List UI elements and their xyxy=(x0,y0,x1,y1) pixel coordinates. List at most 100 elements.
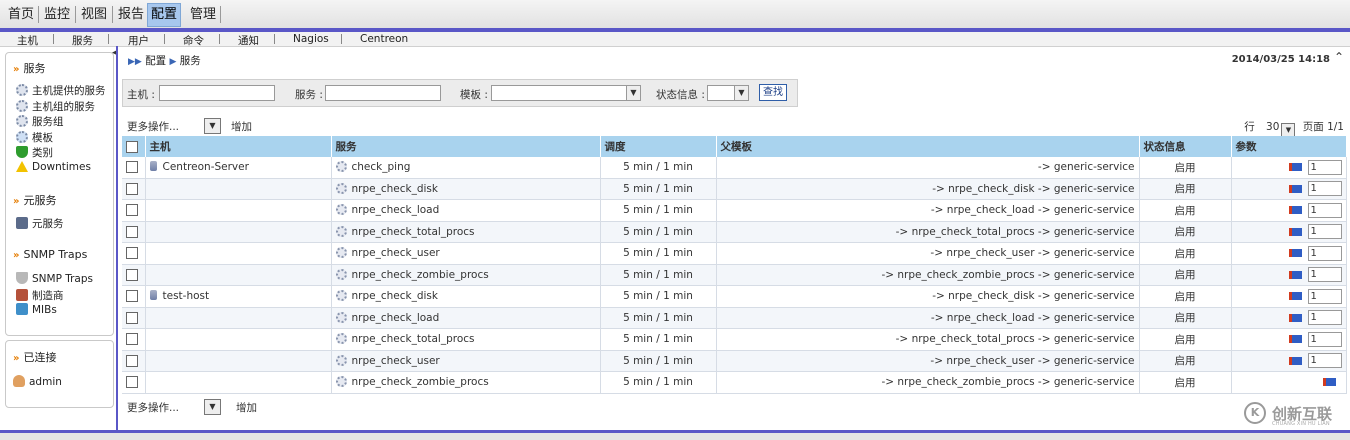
table-row[interactable]: nrpe_check_disk 5 min / 1 min -> nrpe_chec… xyxy=(122,178,1347,200)
edit-icon[interactable] xyxy=(1288,163,1302,172)
host-name[interactable]: test-host xyxy=(163,290,210,302)
sidebar-user[interactable]: admin xyxy=(13,375,62,388)
submenu-centreon[interactable]: Centreon xyxy=(360,33,408,45)
edit-icon[interactable] xyxy=(1288,227,1302,236)
more-actions-select[interactable]: ▼ xyxy=(204,118,221,134)
param-input[interactable]: 1 xyxy=(1307,288,1342,304)
param-input[interactable]: 1 xyxy=(1307,267,1342,283)
param-input[interactable]: 1 xyxy=(1307,331,1342,347)
menu-home[interactable]: 首页 xyxy=(5,4,37,26)
service-name[interactable]: nrpe_check_user xyxy=(352,355,440,367)
sidebar-item-downtimes[interactable]: Downtimes xyxy=(16,161,91,173)
breadcrumb-configuration[interactable]: 配置 xyxy=(145,55,166,67)
param-input[interactable]: 1 xyxy=(1307,353,1342,369)
row-checkbox[interactable] xyxy=(126,225,138,238)
col-parent-template[interactable]: 父模板 xyxy=(716,136,1140,157)
status-filter-select[interactable]: ▼ xyxy=(707,85,749,101)
row-checkbox[interactable] xyxy=(126,333,138,346)
search-button[interactable]: 查找 xyxy=(759,84,787,101)
chevron-up-icon[interactable]: ⌃ xyxy=(1334,50,1344,64)
edit-icon[interactable] xyxy=(1288,292,1302,301)
service-name[interactable]: nrpe_check_total_procs xyxy=(352,333,475,345)
edit-icon[interactable] xyxy=(1288,184,1302,193)
param-input[interactable]: 1 xyxy=(1307,245,1342,261)
row-checkbox[interactable] xyxy=(126,354,138,367)
submenu-commands[interactable]: 命令 xyxy=(183,33,204,48)
menu-admin[interactable]: 管理 xyxy=(187,4,219,26)
param-input[interactable]: 1 xyxy=(1307,202,1342,218)
service-name[interactable]: nrpe_check_user xyxy=(352,247,440,259)
edit-icon[interactable] xyxy=(1288,335,1302,344)
more-actions-select-bottom[interactable]: ▼ xyxy=(204,399,221,415)
add-link-bottom[interactable]: 增加 xyxy=(236,400,257,415)
table-row[interactable]: nrpe_check_total_procs 5 min / 1 min -> nr… xyxy=(122,328,1347,351)
row-checkbox[interactable] xyxy=(126,161,138,174)
table-row[interactable]: nrpe_check_load 5 min / 1 min -> nrpe_chec… xyxy=(122,307,1347,329)
edit-icon[interactable] xyxy=(1288,313,1302,322)
row-checkbox[interactable] xyxy=(126,290,138,303)
sidebar-item-services-by-hostgroup[interactable]: 主机组的服务 xyxy=(16,99,95,114)
menu-configuration[interactable]: 配置 xyxy=(147,3,182,27)
sidebar-item-snmp-traps[interactable]: SNMP Traps xyxy=(16,272,93,285)
service-name[interactable]: nrpe_check_load xyxy=(352,312,440,324)
param-input[interactable]: 1 xyxy=(1307,310,1342,326)
edit-icon[interactable] xyxy=(1288,249,1302,258)
sidebar-item-meta-services[interactable]: 元服务 xyxy=(16,216,64,231)
edit-icon[interactable] xyxy=(1288,356,1302,365)
menu-monitoring[interactable]: 监控 xyxy=(41,4,73,26)
submenu-notifications[interactable]: 通知 xyxy=(238,33,259,48)
template-filter-select[interactable]: ▼ xyxy=(491,85,641,101)
param-input[interactable]: 1 xyxy=(1307,224,1342,240)
table-row[interactable]: nrpe_check_user 5 min / 1 min -> nrpe_chec… xyxy=(122,350,1347,372)
service-filter-input[interactable] xyxy=(325,85,441,101)
service-name[interactable]: nrpe_check_zombie_procs xyxy=(352,376,489,388)
submenu-services[interactable]: 服务 xyxy=(72,33,93,48)
row-checkbox[interactable] xyxy=(126,182,138,195)
table-row[interactable]: nrpe_check_zombie_procs 5 min / 1 min -> n… xyxy=(122,371,1347,394)
select-all-checkbox[interactable] xyxy=(126,140,138,153)
row-checkbox[interactable] xyxy=(126,311,138,324)
host-name[interactable]: Centreon-Server xyxy=(163,161,249,173)
row-checkbox[interactable] xyxy=(126,376,138,389)
service-name[interactable]: nrpe_check_disk xyxy=(352,290,438,302)
table-row[interactable]: nrpe_check_zombie_procs 5 min / 1 min -> n… xyxy=(122,264,1347,286)
sidebar-item-templates[interactable]: 模板 xyxy=(16,130,53,145)
service-name[interactable]: nrpe_check_disk xyxy=(352,183,438,195)
service-name[interactable]: nrpe_check_total_procs xyxy=(352,226,475,238)
service-name[interactable]: nrpe_check_load xyxy=(352,204,440,216)
col-service[interactable]: 服务 xyxy=(331,136,601,157)
submenu-hosts[interactable]: 主机 xyxy=(17,33,38,48)
service-name[interactable]: check_ping xyxy=(352,161,411,173)
breadcrumb-services[interactable]: 服务 xyxy=(180,55,201,67)
table-row[interactable]: test-host nrpe_check_disk 5 min / 1 min -> … xyxy=(122,285,1347,308)
table-row[interactable]: Centreon-Server check_ping 5 min / 1 min ->… xyxy=(122,157,1347,179)
row-checkbox[interactable] xyxy=(126,204,138,217)
host-filter-input[interactable] xyxy=(159,85,275,101)
service-name[interactable]: nrpe_check_zombie_procs xyxy=(352,269,489,281)
sidebar-item-manufacturers[interactable]: 制造商 xyxy=(16,288,64,303)
sidebar-item-mibs[interactable]: MIBs xyxy=(16,303,57,316)
edit-icon[interactable] xyxy=(1288,270,1302,279)
menu-reports[interactable]: 报告 xyxy=(115,4,147,26)
edit-icon[interactable] xyxy=(1322,378,1336,387)
param-input[interactable]: 1 xyxy=(1307,159,1342,175)
table-row[interactable]: nrpe_check_user 5 min / 1 min -> nrpe_chec… xyxy=(122,242,1347,265)
rows-select-chevron-icon[interactable]: ▼ xyxy=(1281,123,1296,137)
table-row[interactable]: nrpe_check_total_procs 5 min / 1 min -> nr… xyxy=(122,221,1347,243)
col-status[interactable]: 状态信息 xyxy=(1139,136,1232,157)
col-host[interactable]: 主机 xyxy=(145,136,332,157)
add-link[interactable]: 增加 xyxy=(231,119,252,134)
sidebar-item-service-groups[interactable]: 服务组 xyxy=(16,114,64,129)
sidebar-item-categories[interactable]: 类别 xyxy=(16,145,53,160)
param-input[interactable]: 1 xyxy=(1307,181,1342,197)
table-row[interactable]: nrpe_check_load 5 min / 1 min -> nrpe_chec… xyxy=(122,199,1347,222)
edit-icon[interactable] xyxy=(1288,206,1302,215)
col-schedule[interactable]: 调度 xyxy=(600,136,717,157)
row-checkbox[interactable] xyxy=(126,247,138,260)
sidebar-item-services-by-host[interactable]: 主机提供的服务 xyxy=(16,83,106,98)
submenu-nagios[interactable]: Nagios xyxy=(293,33,329,45)
chevron-down-icon: ▼ xyxy=(734,86,748,100)
submenu-users[interactable]: 用户 xyxy=(128,33,149,48)
row-checkbox[interactable] xyxy=(126,268,138,281)
menu-views[interactable]: 视图 xyxy=(78,4,110,26)
